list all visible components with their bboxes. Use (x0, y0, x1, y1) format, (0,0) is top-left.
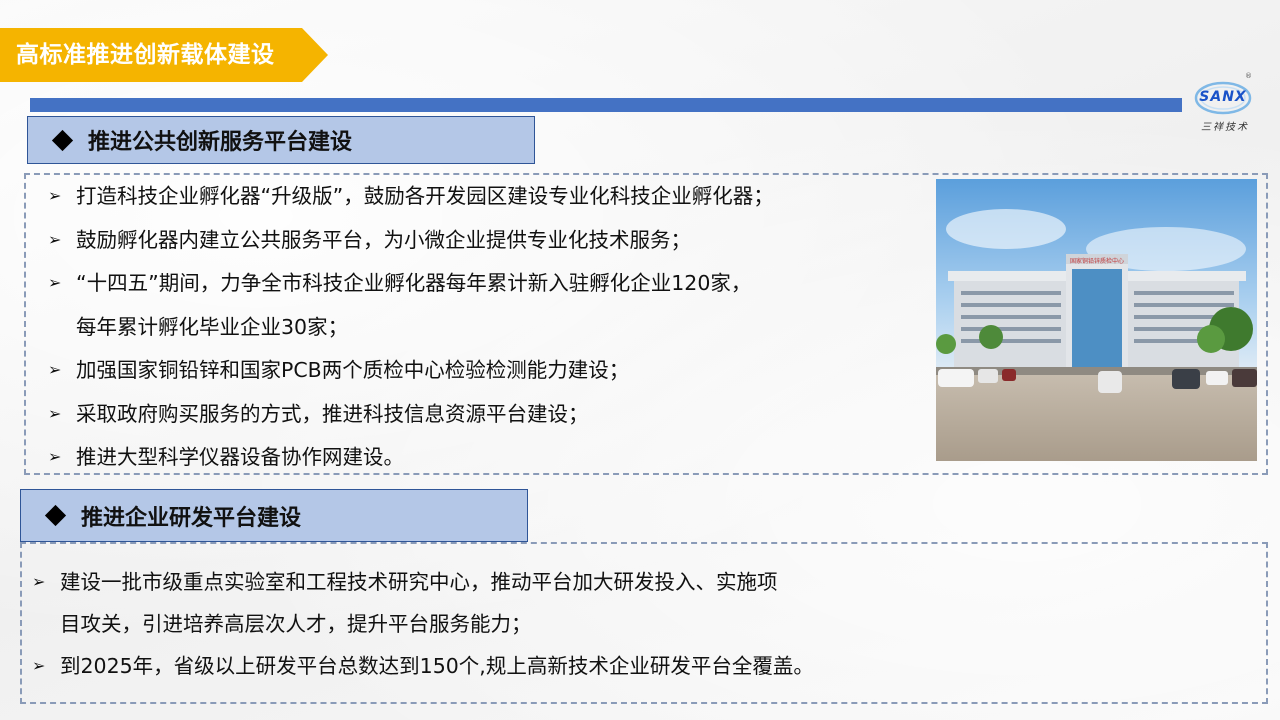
diamond-icon (51, 129, 74, 151)
list-item: ➢ 到2025年，省级以上研发平台总数达到150个,规上高新技术企业研发平台全覆盖… (32, 647, 814, 689)
arrow-bullet-icon: ➢ (48, 273, 62, 292)
list-item: ➢ 鼓励孵化器内建立公共服务平台，为小微企业提供专业化技术服务； (48, 224, 774, 268)
logo-subtitle: 三祥技术 (1201, 122, 1249, 133)
section-heading: 推进公共创新服务平台建设 (88, 130, 353, 155)
arrow-bullet-icon: ➢ (32, 572, 46, 591)
list-item-continuation: 每年累计孵化毕业企业30家； (76, 314, 349, 339)
list-item: ➢ 打造科技企业孵化器“升级版”，鼓励各开发园区建设专业化科技企业孵化器； (48, 180, 774, 224)
building-photo: 国家铜铅锌质检中心 (936, 179, 1257, 461)
section-heading: 推进企业研发平台建设 (81, 505, 302, 531)
list-item: ➢ 建设一批市级重点实验室和工程技术研究中心，推动平台加大研发投入、实施项 (32, 563, 814, 605)
section-header-public-platform: 推进公共创新服务平台建设 (27, 116, 535, 164)
company-logo: ® SANX 三祥技术 (1193, 72, 1259, 138)
photo-sign: 国家铜铅锌质检中心 (1070, 257, 1124, 265)
arrow-bullet-icon: ➢ (48, 360, 62, 379)
section2-bullet-list: ➢ 建设一批市级重点实验室和工程技术研究中心，推动平台加大研发投入、实施项 目攻关… (32, 563, 814, 689)
header-rule (30, 98, 1182, 112)
list-item: ➢ “十四五”期间，力争全市科技企业孵化器每年累计新入驻孵化企业120家， (48, 267, 774, 311)
registered-mark: ® (1245, 72, 1252, 80)
list-item: ➢ 采取政府购买服务的方式，推进科技信息资源平台建设； (48, 398, 774, 442)
arrow-bullet-icon: ➢ (48, 447, 62, 466)
logo-brand: SANX (1199, 89, 1247, 105)
arrow-bullet-icon: ➢ (48, 229, 62, 249)
page-title: 高标准推进创新载体建设 (16, 42, 275, 68)
list-item: ➢ 加强国家铜铅锌和国家PCB两个质检中心检验检测能力建设； (48, 354, 774, 398)
section-header-rd-platform: 推进企业研发平台建设 (20, 489, 528, 542)
list-item: ➢ 推进大型科学仪器设备协作网建设。 (48, 441, 774, 485)
list-item-continuation: 目攻关，引进培养高层次人才，提升平台服务能力； (60, 612, 532, 636)
title-banner: 高标准推进创新载体建设 (0, 28, 330, 82)
diamond-icon (44, 504, 67, 527)
arrow-bullet-icon: ➢ (48, 186, 62, 205)
arrow-bullet-icon: ➢ (48, 403, 62, 423)
arrow-bullet-icon: ➢ (32, 656, 46, 675)
section1-bullet-list: ➢ 打造科技企业孵化器“升级版”，鼓励各开发园区建设专业化科技企业孵化器； ➢ 鼓励… (48, 180, 774, 485)
